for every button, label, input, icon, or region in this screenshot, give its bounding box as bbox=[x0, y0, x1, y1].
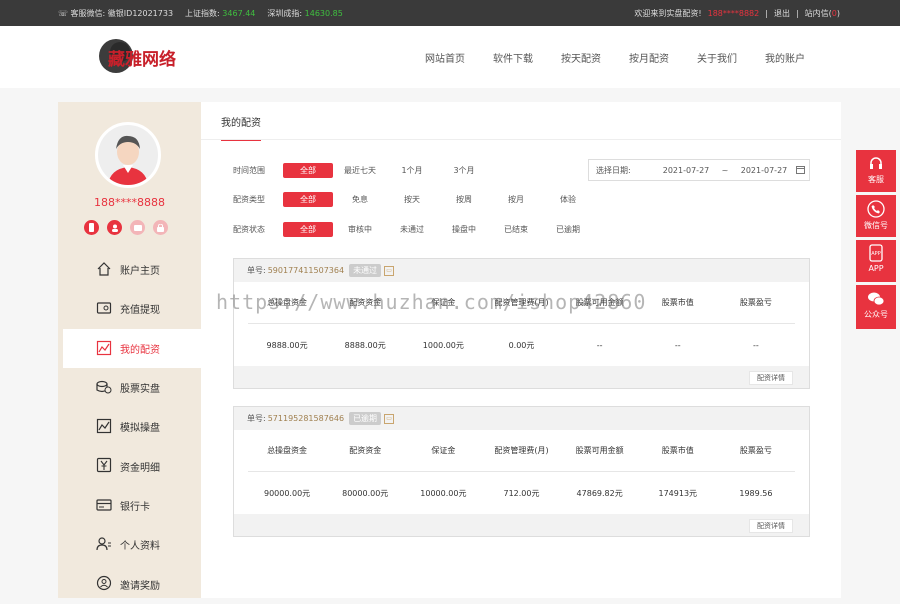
float-app[interactable]: APP APP bbox=[856, 240, 896, 282]
sidebar-item-bank-card[interactable]: 银行卡 bbox=[58, 486, 201, 525]
copy-icon[interactable]: ▭ bbox=[384, 413, 395, 424]
trend-icon bbox=[96, 419, 112, 434]
user-phone: 188****8888 bbox=[94, 196, 165, 209]
header: 藏雅网络 网站首页 软件下载 按天配资 按月配资 关于我们 我的账户 bbox=[0, 26, 900, 88]
sidebar-item-simulation[interactable]: 模拟操盘 bbox=[58, 407, 201, 446]
site-logo[interactable]: 藏雅网络 bbox=[98, 38, 198, 74]
filter-time-1month[interactable]: 1个月 bbox=[387, 163, 437, 178]
sh-index: 上证指数: 3467.44 bbox=[185, 9, 256, 18]
filter-time: 时间范围 全部 最近七天 1个月 3个月 bbox=[233, 163, 491, 178]
nav-monthly[interactable]: 按月配资 bbox=[629, 50, 669, 65]
filter-type-free[interactable]: 免息 bbox=[335, 192, 385, 207]
filter-status-trading[interactable]: 操盘中 bbox=[439, 222, 489, 237]
service-wechat: ☏ 客服微信: 徽银ID12021733 bbox=[58, 9, 174, 18]
password-icon[interactable] bbox=[153, 220, 168, 235]
phone-verified-icon[interactable] bbox=[84, 220, 99, 235]
yen-document-icon bbox=[96, 458, 112, 473]
chat-icon: ☏ bbox=[58, 9, 71, 18]
filter-type-trial[interactable]: 体验 bbox=[543, 192, 593, 207]
date-end[interactable]: 2021-07-27 bbox=[732, 166, 796, 175]
filter-status-reviewing[interactable]: 审核中 bbox=[335, 222, 385, 237]
coins-icon bbox=[96, 380, 112, 394]
order-values: 9888.00元 8888.00元 1000.00元 0.00元 -- -- -… bbox=[266, 340, 759, 350]
order-header: 单号: 590177411507364 未通过 ▭ bbox=[234, 259, 809, 282]
user-link[interactable]: 188****8882 bbox=[708, 9, 760, 18]
filter-status-ended[interactable]: 已结束 bbox=[491, 222, 541, 237]
sidebar-item-my-financing[interactable]: 我的配资 bbox=[63, 328, 201, 368]
identity-verified-icon[interactable] bbox=[107, 220, 122, 235]
date-range-picker[interactable]: 选择日期: 2021-07-27 ~ 2021-07-27 bbox=[588, 159, 810, 181]
nav-account[interactable]: 我的账户 bbox=[765, 50, 805, 65]
order-number: 590177411507364 bbox=[267, 266, 345, 275]
account-sidebar: 188****8888 账户主页 充值提现 我的配资 股票实盘 模拟操盘 资金明… bbox=[58, 102, 201, 598]
nav-daily[interactable]: 按天配资 bbox=[561, 50, 601, 65]
filter-type-weekly[interactable]: 按周 bbox=[439, 192, 489, 207]
sidebar-item-profile[interactable]: 个人资料 bbox=[58, 525, 201, 564]
sidebar-item-recharge[interactable]: 充值提现 bbox=[58, 289, 201, 328]
filter-status-rejected[interactable]: 未通过 bbox=[387, 222, 437, 237]
status-badge: 已逾期 bbox=[349, 412, 382, 425]
bank-verified-icon[interactable] bbox=[130, 220, 145, 235]
sidebar-item-stock-real[interactable]: 股票实盘 bbox=[58, 368, 201, 407]
top-bar: ☏ 客服微信: 徽银ID12021733 上证指数: 3467.44 深圳成指:… bbox=[0, 0, 900, 26]
nav-download[interactable]: 软件下载 bbox=[493, 50, 533, 65]
sidebar-item-account-home[interactable]: 账户主页 bbox=[58, 250, 201, 289]
messages-link[interactable]: 站内信(0) bbox=[805, 8, 840, 19]
sidebar-menu: 账户主页 充值提现 我的配资 股票实盘 模拟操盘 资金明细 银行卡 个人资料 邀… bbox=[58, 250, 201, 604]
user-icon bbox=[96, 537, 111, 551]
verification-badges bbox=[84, 220, 168, 235]
date-start[interactable]: 2021-07-27 bbox=[654, 166, 718, 175]
sidebar-item-fund-details[interactable]: 资金明细 bbox=[58, 446, 201, 485]
filter-status: 配资状态 全部 审核中 未通过 操盘中 已结束 已逾期 bbox=[233, 222, 595, 237]
svg-text:APP: APP bbox=[871, 251, 880, 257]
filter-type: 配资类型 全部 免息 按天 按周 按月 体验 bbox=[233, 192, 595, 207]
order-number: 571195281587646 bbox=[267, 414, 345, 423]
avatar[interactable] bbox=[95, 122, 161, 188]
order-detail-button[interactable]: 配资详情 bbox=[749, 371, 793, 385]
status-badge: 未通过 bbox=[349, 264, 382, 277]
float-customer-service[interactable]: 客服 bbox=[856, 150, 896, 192]
headset-icon bbox=[870, 157, 882, 169]
invite-icon bbox=[96, 576, 112, 591]
filter-type-all[interactable]: 全部 bbox=[283, 192, 333, 207]
float-wechat[interactable]: 微信号 bbox=[856, 195, 896, 237]
filter-status-overdue[interactable]: 已逾期 bbox=[543, 222, 593, 237]
nav-about[interactable]: 关于我们 bbox=[697, 50, 737, 65]
order-card: 单号: 590177411507364 未通过 ▭ 总操盘资金 配资资金 保证金… bbox=[233, 258, 810, 389]
main-nav: 网站首页 软件下载 按天配资 按月配资 关于我们 我的账户 bbox=[425, 50, 805, 65]
watermark: https://www.huzhan.com/ishop42860 bbox=[216, 290, 647, 314]
wechat-icon bbox=[868, 292, 885, 306]
order-detail-button[interactable]: 配资详情 bbox=[749, 519, 793, 533]
order-columns: 总操盘资金 配资资金 保证金 配资管理费(月) 股票可用金额 股票市值 股票盈亏 bbox=[248, 430, 795, 472]
order-values: 90000.00元 80000.00元 10000.00元 712.00元 47… bbox=[263, 488, 773, 498]
phone-icon bbox=[867, 200, 885, 218]
mobile-app-icon: APP bbox=[869, 244, 883, 262]
nav-home[interactable]: 网站首页 bbox=[425, 50, 465, 65]
logo-text: 藏雅网络 bbox=[108, 49, 176, 70]
welcome-text: 欢迎来到实盘配资! bbox=[634, 9, 702, 18]
filter-time-all[interactable]: 全部 bbox=[283, 163, 333, 178]
main-panel: 我的配资 时间范围 全部 最近七天 1个月 3个月 配资类型 全部 免息 按天 … bbox=[201, 102, 841, 598]
copy-icon[interactable]: ▭ bbox=[384, 265, 395, 276]
chart-icon bbox=[96, 340, 112, 355]
calendar-icon[interactable] bbox=[796, 165, 805, 176]
filter-type-monthly[interactable]: 按月 bbox=[491, 192, 541, 207]
sz-index: 深圳成指: 14630.85 bbox=[267, 9, 343, 18]
float-official-account[interactable]: 公众号 bbox=[856, 285, 896, 329]
order-header: 单号: 571195281587646 已逾期 ▭ bbox=[234, 407, 809, 430]
wallet-icon bbox=[96, 302, 112, 314]
home-icon bbox=[97, 262, 111, 276]
filter-time-3months[interactable]: 3个月 bbox=[439, 163, 489, 178]
page-title[interactable]: 我的配资 bbox=[221, 114, 261, 141]
order-card: 单号: 571195281587646 已逾期 ▭ 总操盘资金 配资资金 保证金… bbox=[233, 406, 810, 537]
filter-type-daily[interactable]: 按天 bbox=[387, 192, 437, 207]
card-icon bbox=[96, 499, 112, 511]
logout-link[interactable]: 退出 bbox=[774, 8, 790, 19]
filter-status-all[interactable]: 全部 bbox=[283, 222, 333, 237]
filter-time-7days[interactable]: 最近七天 bbox=[335, 163, 385, 178]
